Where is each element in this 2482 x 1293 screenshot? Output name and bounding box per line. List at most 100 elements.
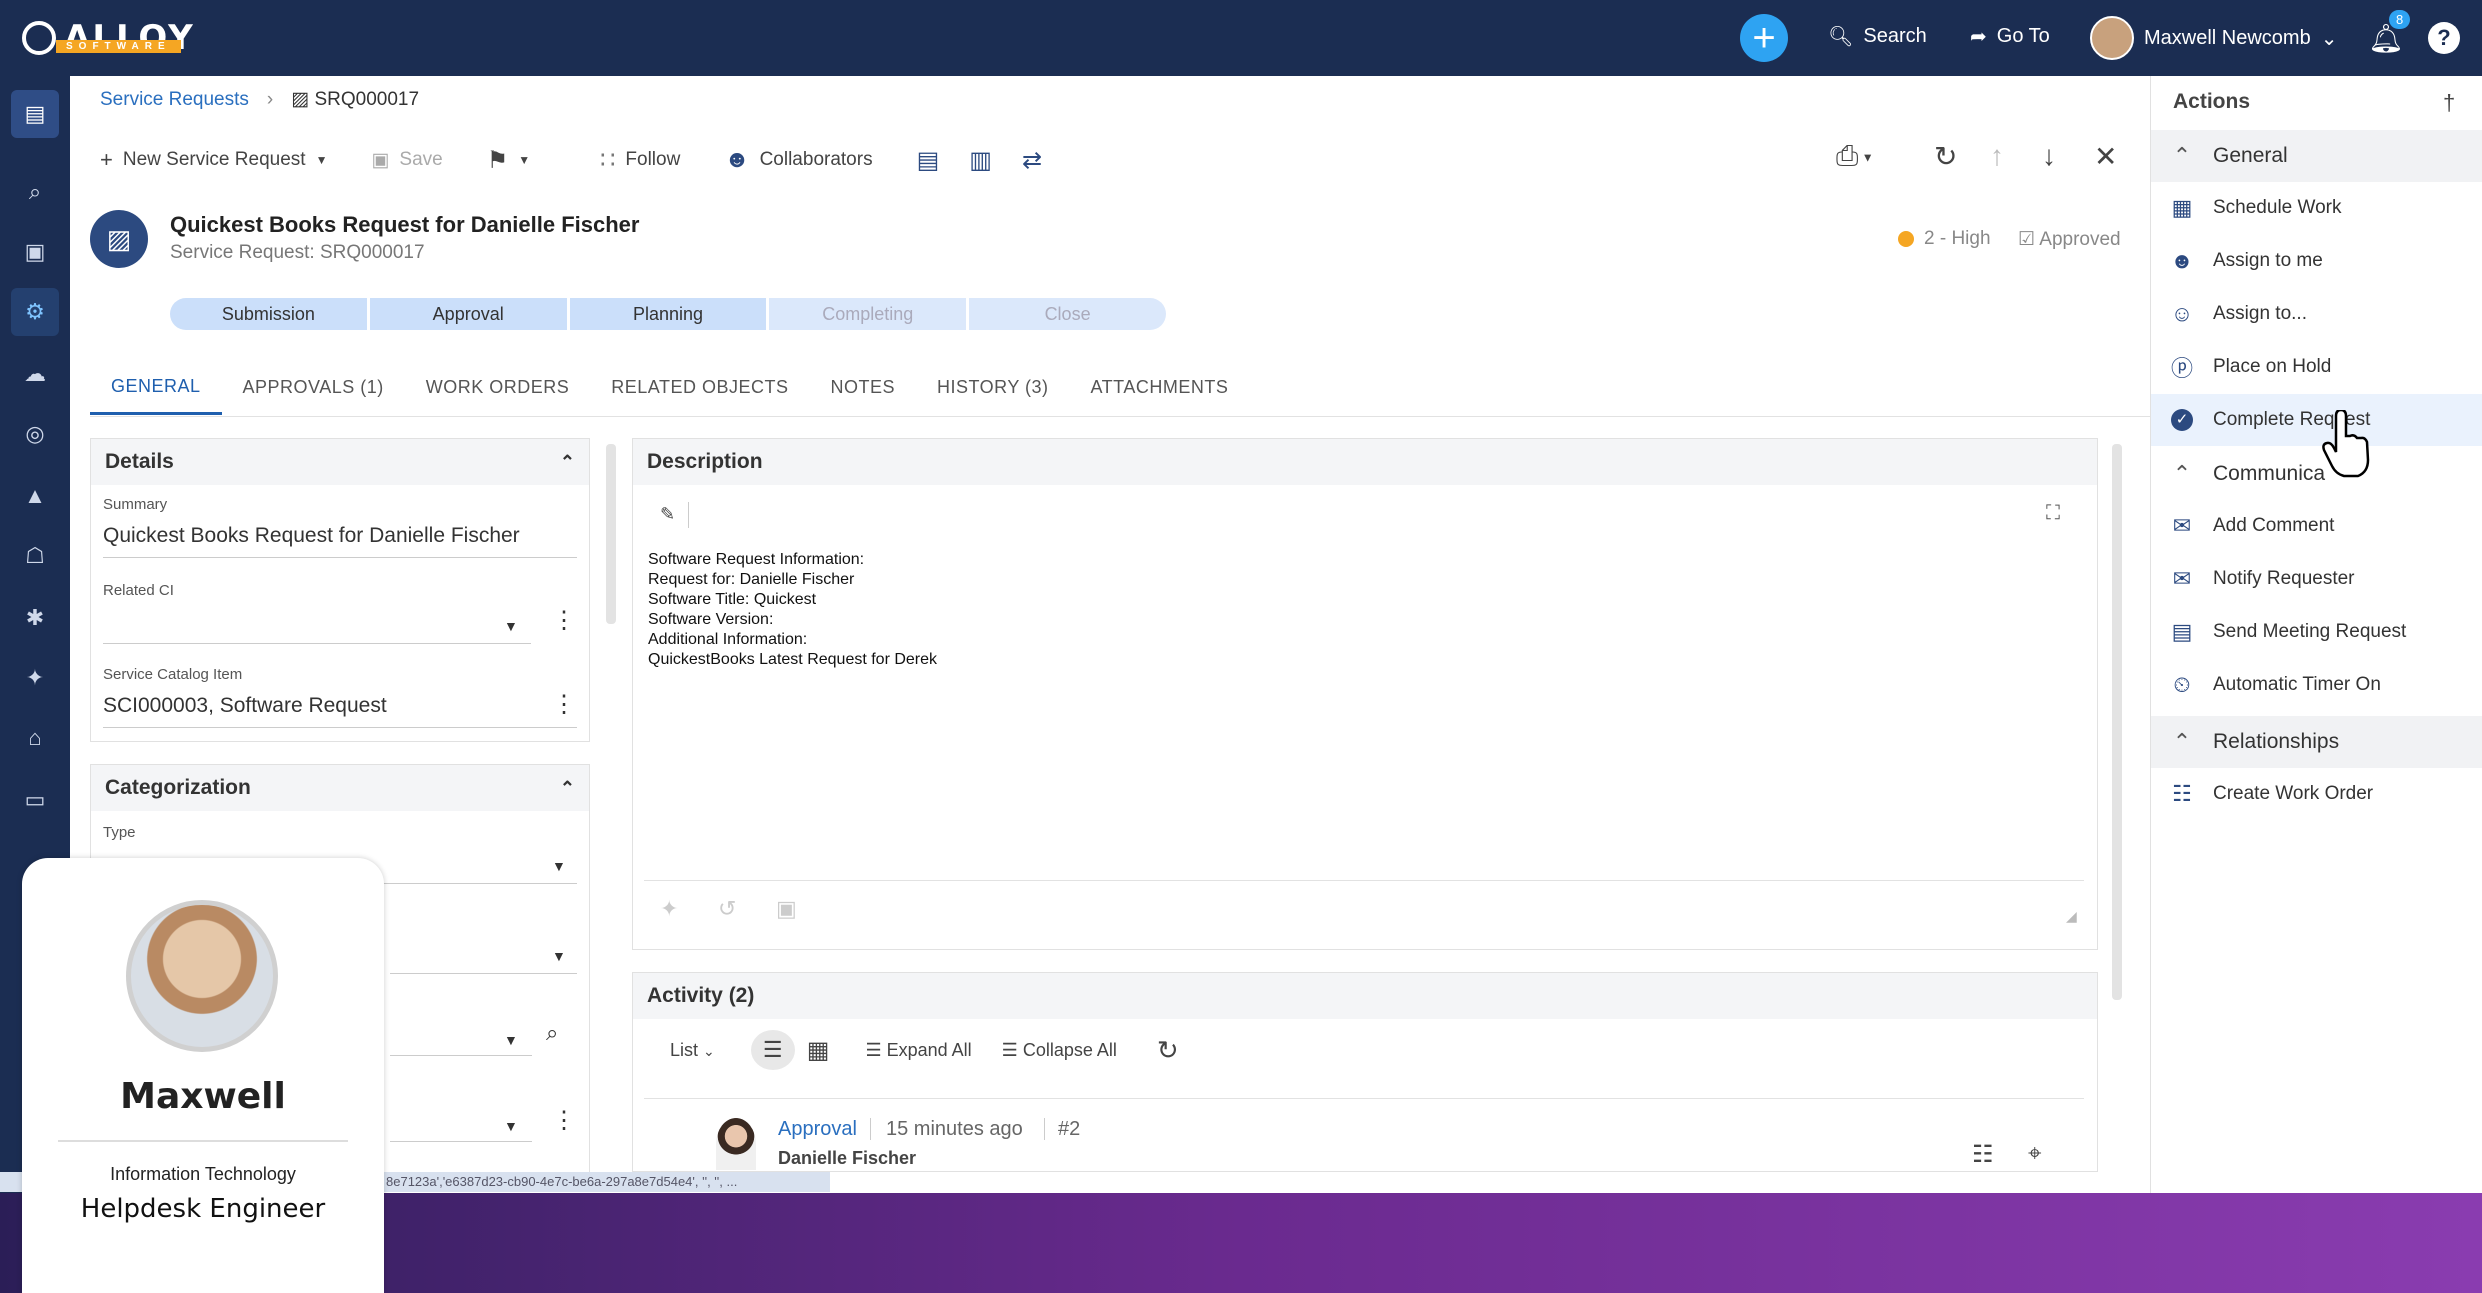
edit-pencil-icon[interactable]: ✎ <box>660 504 675 525</box>
create-new-button[interactable]: + <box>1740 14 1788 62</box>
step-submission[interactable]: Submission <box>170 298 370 330</box>
arrow-down-icon[interactable]: ↓ <box>2042 140 2056 172</box>
grid-view-icon[interactable]: ▦ <box>807 1036 830 1065</box>
search-button[interactable]: 🔍︎ Search <box>1828 24 1927 49</box>
view-mode-select[interactable]: List ⌄ <box>670 1040 715 1061</box>
save-button[interactable]: ▣ Save <box>371 149 442 172</box>
search-icon[interactable]: ⌕ <box>546 1020 558 1046</box>
type-dropdown-icon[interactable]: ▼ <box>552 858 566 874</box>
action-place-on-hold[interactable]: ⓟ Place on Hold <box>2151 341 2482 393</box>
goto-label: Go To <box>1996 25 2050 47</box>
step-close[interactable]: Close <box>969 298 1166 330</box>
details-header[interactable]: Details ⌃ <box>91 439 589 485</box>
tab-related-objects[interactable]: RELATED OBJECTS <box>590 360 809 415</box>
rail-globe-icon[interactable]: ◎ <box>11 410 59 458</box>
presenter-divider <box>58 1140 348 1142</box>
list-view-icon[interactable]: ☰ <box>750 1030 795 1070</box>
categorization-header[interactable]: Categorization ⌃ <box>91 765 589 811</box>
step-completing[interactable]: Completing <box>769 298 970 330</box>
pin-icon[interactable]: ⌖ <box>2028 1140 2042 1168</box>
action-label: Add Comment <box>2213 515 2335 536</box>
step-approval[interactable]: Approval <box>369 298 570 330</box>
follow-button[interactable]: ∷ Follow <box>600 146 680 175</box>
ai-sparkle-icon[interactable]: ✦ <box>660 896 678 922</box>
rail-lock-icon[interactable]: ⌂ <box>11 714 59 762</box>
rail-search-icon[interactable]: ⌕ <box>11 168 59 216</box>
rail-folder-icon[interactable]: ▤ <box>11 90 59 138</box>
tab-history[interactable]: HISTORY (3) <box>916 360 1070 415</box>
catalog-item-more-icon[interactable]: ⋮ <box>552 690 576 719</box>
resize-handle-icon[interactable]: ◢ <box>2066 908 2077 925</box>
tab-attachments[interactable]: ATTACHMENTS <box>1070 360 1250 415</box>
left-scrollbar[interactable] <box>606 444 616 624</box>
collaborators-button[interactable]: ☻ Collaborators <box>724 146 872 174</box>
record-title: Quickest Books Request for Danielle Fisc… <box>170 212 640 237</box>
related-ci-field[interactable] <box>103 606 531 644</box>
convert-button[interactable]: ⇄ <box>1022 146 1042 175</box>
tab-general[interactable]: GENERAL <box>90 360 222 415</box>
action-schedule-work[interactable]: ▦ Schedule Work <box>2151 182 2482 234</box>
summary-field[interactable]: Quickest Books Request for Danielle Fisc… <box>103 520 577 558</box>
tab-work-orders[interactable]: WORK ORDERS <box>405 360 591 415</box>
section-general[interactable]: ⌃ General <box>2151 130 2482 182</box>
action-create-work-order[interactable]: ☷ Create Work Order <box>2151 768 2482 820</box>
rail-analytics-icon[interactable]: ✦ <box>11 654 59 702</box>
activity-entry-type[interactable]: Approval <box>778 1118 857 1141</box>
plus-icon: + <box>100 147 113 172</box>
item-dropdown-icon[interactable]: ▼ <box>504 1032 518 1048</box>
action-notify-requester[interactable]: ✉ Notify Requester <box>2151 553 2482 605</box>
rail-assets-icon[interactable]: ▲ <box>11 472 59 520</box>
step-planning[interactable]: Planning <box>569 298 770 330</box>
template-button[interactable]: ▤ <box>917 146 940 175</box>
category-field[interactable] <box>390 936 577 974</box>
refresh-icon[interactable]: ↻ <box>1934 140 1957 173</box>
section-relationships[interactable]: ⌃ Relationships <box>2151 716 2482 768</box>
rail-cart-icon[interactable]: ☖ <box>11 532 59 580</box>
rail-service-requests-icon[interactable]: ⚙ <box>11 288 59 336</box>
save-icon: ▣ <box>371 149 390 171</box>
rail-contacts-icon[interactable]: ▣ <box>11 228 59 276</box>
related-ci-more-icon[interactable]: ⋮ <box>552 606 576 635</box>
action-assign-to[interactable]: ☺ Assign to... <box>2151 288 2482 340</box>
print-button[interactable]: ⎙ ▼ <box>1836 140 1874 173</box>
related-ci-dropdown-icon[interactable]: ▼ <box>504 618 518 634</box>
action-automatic-timer[interactable]: ⏲ Automatic Timer On <box>2151 659 2482 711</box>
status-label: Approved <box>2039 229 2121 250</box>
tab-notes[interactable]: NOTES <box>809 360 916 415</box>
arrow-up-icon[interactable]: ↑ <box>1990 140 2004 172</box>
spell-check-icon[interactable]: ↺ <box>718 896 736 922</box>
subcategory-dropdown-icon[interactable]: ▼ <box>504 1118 518 1134</box>
breadcrumb-parent-link[interactable]: Service Requests <box>100 89 249 111</box>
expand-fullscreen-icon[interactable]: ⛶ <box>2046 502 2060 525</box>
activity-details-icon[interactable]: ☷ <box>1972 1140 1994 1169</box>
help-icon[interactable]: ? <box>2428 22 2460 54</box>
action-assign-to-me[interactable]: ☻ Assign to me <box>2151 235 2482 287</box>
type-label: Type <box>103 824 136 841</box>
description-text[interactable]: Software Request Information: Request fo… <box>648 550 937 670</box>
close-icon[interactable]: ✕ <box>2094 140 2117 173</box>
action-add-comment[interactable]: ✉ Add Comment <box>2151 500 2482 552</box>
insert-icon[interactable]: ▣ <box>776 896 797 922</box>
subcategory-more-icon[interactable]: ⋮ <box>552 1106 576 1135</box>
convert-icon: ⇄ <box>1021 146 1043 174</box>
category-dropdown-icon[interactable]: ▼ <box>552 948 566 964</box>
action-send-meeting-request[interactable]: ▤ Send Meeting Request <box>2151 606 2482 658</box>
new-service-request-button[interactable]: + New Service Request ▼ <box>100 147 327 173</box>
expand-all-button[interactable]: ☰ Expand All <box>865 1040 971 1061</box>
main-scrollbar[interactable] <box>2112 444 2122 1000</box>
catalog-item-field[interactable]: SCI000003, Software Request <box>103 690 577 728</box>
refresh-activity-icon[interactable]: ↻ <box>1157 1035 1179 1066</box>
tab-approvals[interactable]: APPROVALS (1) <box>222 360 405 415</box>
goto-button[interactable]: ➦ Go To <box>1970 24 2050 49</box>
flag-button[interactable]: ⚑ ▼ <box>487 146 530 175</box>
pin-panel-icon[interactable]: † <box>2443 90 2455 116</box>
rail-bug-icon[interactable]: ✱ <box>11 594 59 642</box>
collapse-all-button[interactable]: ☰ Collapse All <box>1002 1040 1117 1061</box>
rail-inbox-icon[interactable]: ▭ <box>11 776 59 824</box>
action-label: Place on Hold <box>2213 356 2332 377</box>
section-communication[interactable]: ⌃ Communica <box>2151 448 2482 500</box>
action-complete-request[interactable]: ✓ Complete Request <box>2151 394 2482 446</box>
user-menu[interactable]: Maxwell Newcomb ⌄ <box>2090 16 2337 60</box>
rail-cloud-icon[interactable]: ☁ <box>11 350 59 398</box>
clipboard-button[interactable]: ▥ <box>969 146 992 175</box>
